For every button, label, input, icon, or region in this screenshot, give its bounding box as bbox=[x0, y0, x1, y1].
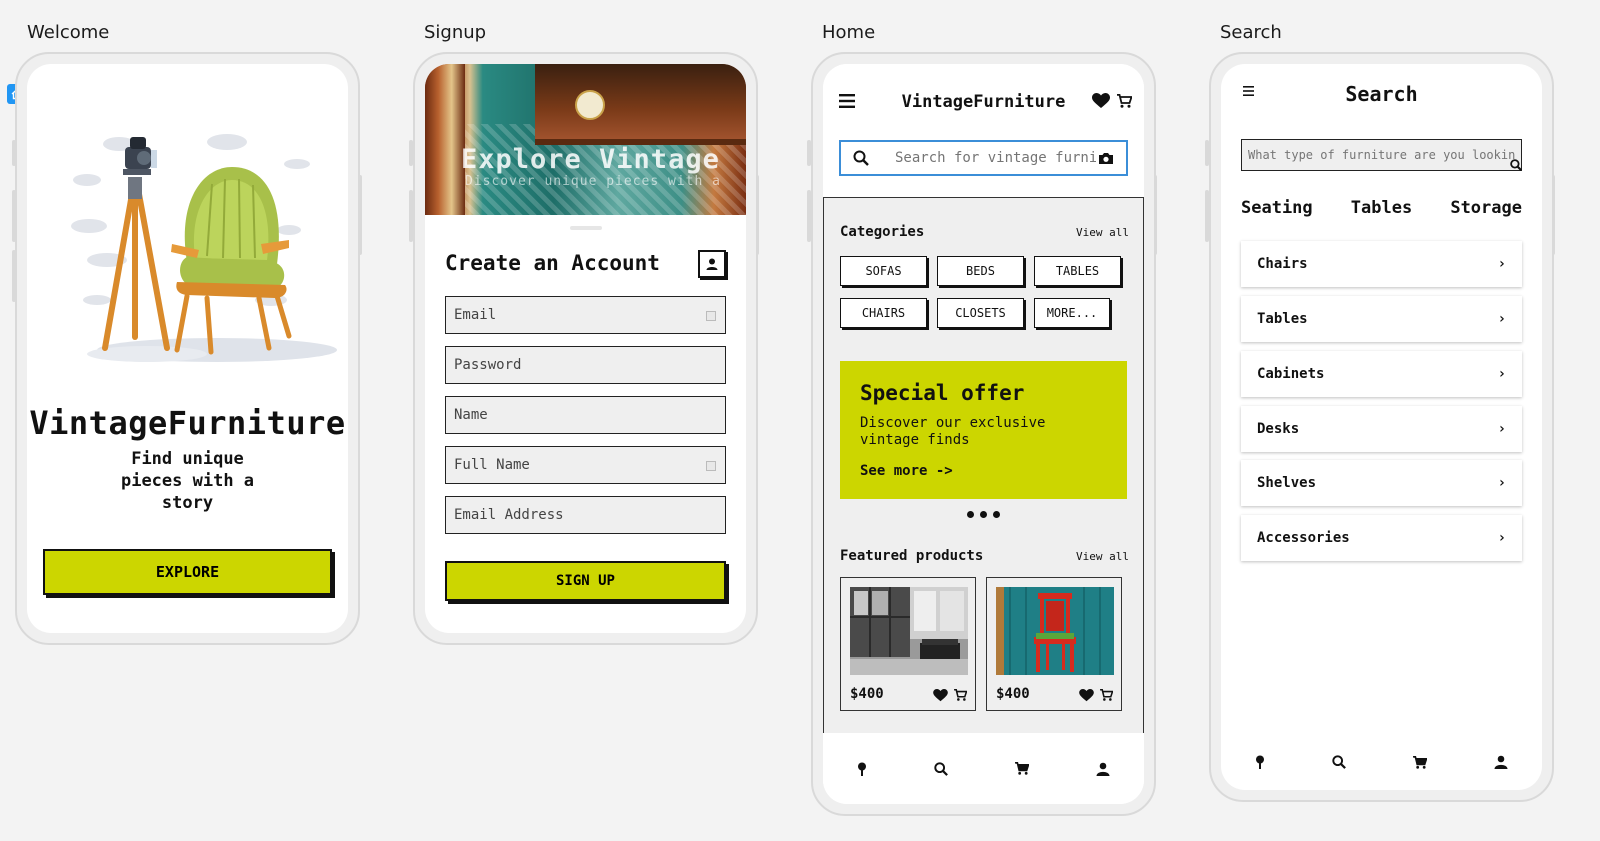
list-item-cabinets[interactable]: Cabinets › bbox=[1241, 351, 1522, 397]
create-account-title: Create an Account bbox=[445, 251, 660, 275]
product-price: $400 bbox=[996, 686, 1030, 702]
categories-title: Categories bbox=[840, 224, 925, 240]
cart-icon[interactable] bbox=[1100, 689, 1113, 702]
product-card[interactable]: $400 bbox=[840, 577, 976, 711]
profile-icon[interactable] bbox=[1096, 762, 1110, 776]
special-offer-banner[interactable]: Special offer Discover our exclusive vin… bbox=[840, 361, 1127, 499]
heart-icon[interactable] bbox=[933, 689, 948, 702]
drag-handle[interactable] bbox=[569, 226, 602, 230]
categories-view-all-link[interactable]: View all bbox=[1076, 226, 1129, 239]
frame-label-search: Search bbox=[1220, 22, 1282, 43]
search-icon[interactable] bbox=[934, 761, 948, 776]
search-screen: Search Seating Tables Storage Chairs› Ta… bbox=[1221, 64, 1542, 790]
hero-image: Explore Vintage Discover unique pieces w… bbox=[425, 64, 746, 215]
profile-icon[interactable] bbox=[1494, 755, 1508, 769]
heart-icon[interactable] bbox=[1079, 689, 1094, 702]
tab-seating[interactable]: Seating bbox=[1241, 198, 1313, 218]
cart-icon[interactable] bbox=[1413, 755, 1428, 769]
category-tabs: Seating Tables Storage bbox=[1241, 198, 1522, 218]
logo-badge-icon bbox=[575, 90, 605, 120]
frame-label-home: Home bbox=[822, 22, 876, 43]
bottom-nav bbox=[1221, 734, 1542, 790]
chip-beds[interactable]: BEDS bbox=[937, 256, 1024, 286]
carousel-dots[interactable] bbox=[824, 510, 1143, 521]
welcome-device: VintageFurniture Find unique pieces with… bbox=[15, 52, 360, 645]
search-title: Search bbox=[1345, 82, 1418, 106]
location-pin-icon[interactable] bbox=[857, 762, 867, 776]
home-screen: VintageFurniture Categories View all SOF… bbox=[823, 64, 1144, 804]
chair-camera-illustration bbox=[71, 134, 337, 362]
hero-subtitle: Discover unique pieces with a bbox=[465, 174, 721, 189]
tab-tables[interactable]: Tables bbox=[1351, 198, 1412, 218]
featured-view-all-link[interactable]: View all bbox=[1076, 550, 1129, 563]
list-item-tables[interactable]: Tables › bbox=[1241, 296, 1522, 342]
product-card[interactable]: $400 bbox=[986, 577, 1122, 711]
offer-title: Special offer bbox=[860, 381, 1025, 405]
hero-title: Explore Vintage bbox=[461, 144, 720, 175]
chip-tables[interactable]: TABLES bbox=[1034, 256, 1121, 286]
location-pin-icon[interactable] bbox=[1255, 755, 1265, 769]
autofill-icon bbox=[706, 311, 716, 321]
chevron-right-icon: › bbox=[1497, 256, 1506, 272]
search-input[interactable] bbox=[893, 149, 1098, 167]
featured-products-title: Featured products bbox=[840, 548, 984, 564]
chevron-right-icon: › bbox=[1497, 475, 1506, 491]
cart-icon[interactable] bbox=[1015, 762, 1030, 775]
search-bar[interactable] bbox=[839, 140, 1128, 176]
password-field[interactable] bbox=[445, 346, 726, 384]
user-icon[interactable] bbox=[698, 250, 726, 278]
chip-closets[interactable]: CLOSETS bbox=[937, 298, 1024, 328]
app-tagline: Find unique pieces with a story bbox=[120, 449, 255, 513]
list-item-shelves[interactable]: Shelves › bbox=[1241, 460, 1522, 506]
list-item-accessories[interactable]: Accessories › bbox=[1241, 515, 1522, 561]
email-field[interactable] bbox=[445, 296, 726, 334]
home-content: Categories View all SOFAS BEDS TABLES CH… bbox=[823, 197, 1144, 737]
signup-device: Explore Vintage Discover unique pieces w… bbox=[413, 52, 758, 645]
tab-storage[interactable]: Storage bbox=[1450, 198, 1522, 218]
product-image-interior bbox=[850, 587, 968, 675]
chevron-right-icon: › bbox=[1497, 366, 1506, 382]
search-device: Search Seating Tables Storage Chairs› Ta… bbox=[1209, 52, 1554, 802]
home-header: VintageFurniture bbox=[823, 64, 1144, 196]
chevron-right-icon: › bbox=[1497, 421, 1506, 437]
heart-icon[interactable] bbox=[1092, 93, 1110, 109]
see-more-link[interactable]: See more -> bbox=[860, 463, 953, 479]
furniture-search-input[interactable] bbox=[1241, 139, 1522, 171]
bottom-nav bbox=[823, 733, 1144, 804]
app-title: VintageFurniture bbox=[29, 404, 346, 442]
frame-label-welcome: Welcome bbox=[27, 22, 110, 43]
email-address-field[interactable] bbox=[445, 496, 726, 534]
signup-screen: Explore Vintage Discover unique pieces w… bbox=[425, 64, 746, 633]
list-item-chairs[interactable]: Chairs › bbox=[1241, 241, 1522, 287]
sign-up-button[interactable]: SIGN UP bbox=[445, 561, 726, 601]
chip-sofas[interactable]: SOFAS bbox=[840, 256, 927, 286]
name-field[interactable] bbox=[445, 396, 726, 434]
explore-button[interactable]: EXPLORE bbox=[43, 549, 332, 595]
chevron-right-icon: › bbox=[1497, 311, 1506, 327]
search-icon[interactable] bbox=[1510, 159, 1522, 171]
autofill-icon bbox=[706, 461, 716, 471]
welcome-screen: VintageFurniture Find unique pieces with… bbox=[27, 64, 348, 633]
full-name-field[interactable] bbox=[445, 446, 726, 484]
product-image-red-chair bbox=[996, 587, 1114, 675]
offer-text: Discover our exclusive vintage finds bbox=[860, 415, 1046, 448]
home-device: VintageFurniture Categories View all SOF… bbox=[811, 52, 1156, 816]
chip-more[interactable]: MORE... bbox=[1034, 298, 1110, 328]
chevron-right-icon: › bbox=[1497, 530, 1506, 546]
product-price: $400 bbox=[850, 686, 884, 702]
search-icon bbox=[853, 150, 869, 166]
cart-icon[interactable] bbox=[1117, 94, 1132, 108]
list-item-desks[interactable]: Desks › bbox=[1241, 406, 1522, 452]
cart-icon[interactable] bbox=[954, 689, 967, 702]
camera-icon[interactable] bbox=[1098, 152, 1114, 165]
chip-chairs[interactable]: CHAIRS bbox=[840, 298, 927, 328]
search-icon[interactable] bbox=[1332, 755, 1346, 769]
frame-label-signup: Signup bbox=[424, 22, 487, 43]
